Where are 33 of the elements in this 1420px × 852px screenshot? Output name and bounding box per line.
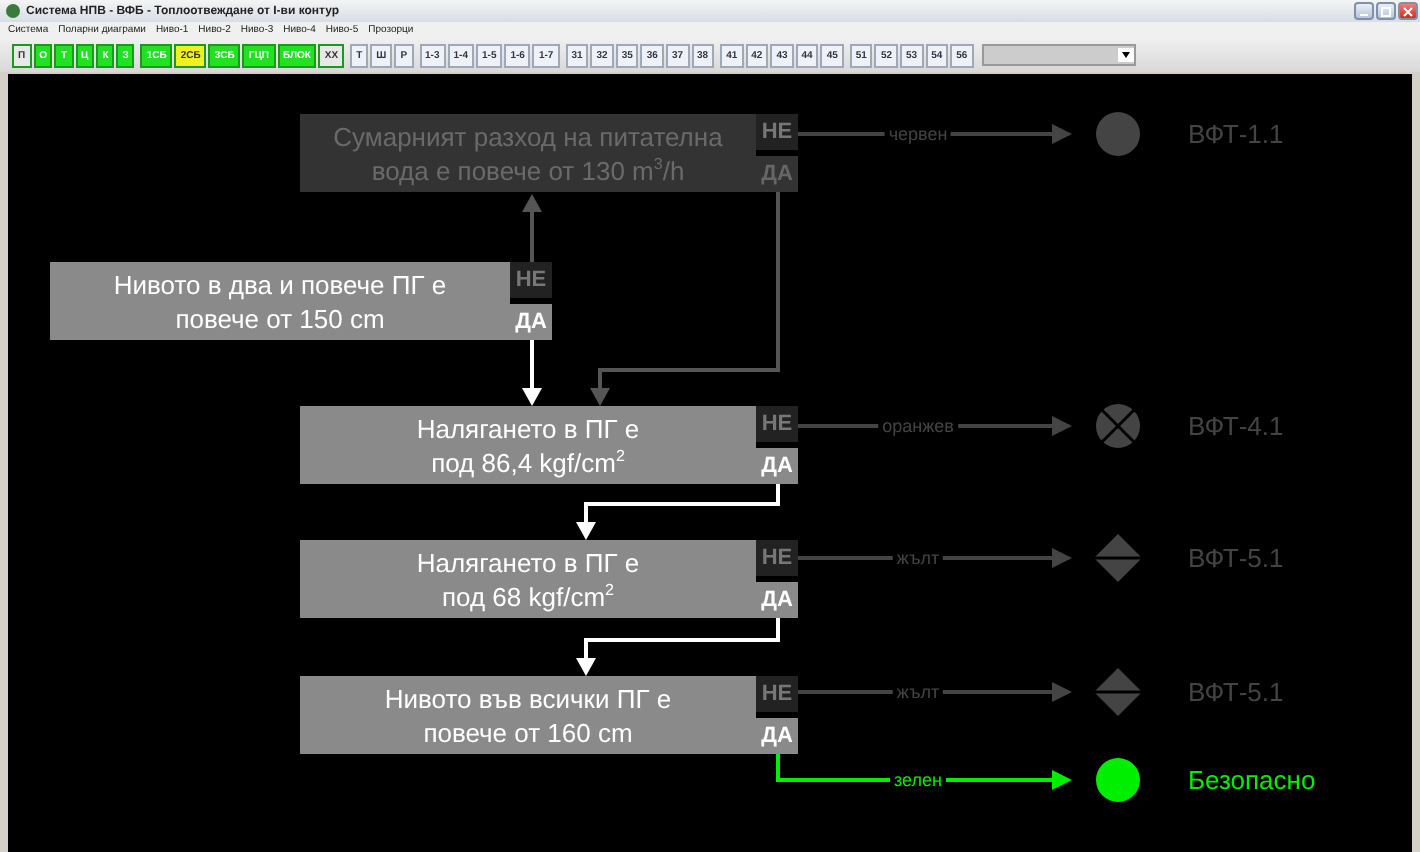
no-label: НЕ <box>756 540 798 576</box>
maximize-button[interactable] <box>1376 2 1396 20</box>
dropdown[interactable] <box>981 44 1136 66</box>
close-button[interactable] <box>1398 2 1418 20</box>
no-label: НЕ <box>510 262 552 298</box>
condition-box: Налягането в ПГ е под 86,4 kgf/cm$^{2}$ <box>300 406 756 484</box>
yes-label: ДА <box>756 582 798 618</box>
outcome-label: ВФТ-5.1 <box>1188 677 1284 707</box>
no-label: НЕ <box>756 676 798 712</box>
path-label: червен <box>884 124 952 144</box>
path-label: зелен <box>890 770 946 790</box>
app-icon <box>6 4 20 18</box>
yes-label: ДА <box>510 304 552 340</box>
condition-box: Налягането в ПГ е под 68 kgf/cm$^{2}$ <box>300 540 756 618</box>
caret-icon <box>1121 52 1130 58</box>
no-label: НЕ <box>756 406 798 442</box>
path-label: жълт <box>892 682 944 702</box>
outcome-label: Безопасно <box>1188 765 1316 795</box>
connector-arrow <box>522 194 542 262</box>
outcome-label: ВФТ-1.1 <box>1188 119 1284 149</box>
maximize-icon <box>1380 5 1392 17</box>
yes-label: ДА <box>756 448 798 484</box>
path-label: жълт <box>892 548 944 568</box>
outcome-label: ВФТ-5.1 <box>1188 543 1284 573</box>
path-label: оранжев <box>878 416 958 436</box>
condition-box: Нивото в два и повече ПГ е повече от 150 cm <box>50 262 510 340</box>
connector-arrow <box>522 340 542 406</box>
yes-label: ДА <box>756 718 798 754</box>
outcome-label: ВФТ-4.1 <box>1188 411 1284 441</box>
close-icon <box>1402 5 1414 17</box>
no-label: НЕ <box>756 114 798 150</box>
minimize-button[interactable] <box>1354 2 1374 20</box>
condition-box: Нивото във всички ПГ е повече от 160 cm <box>300 676 756 754</box>
